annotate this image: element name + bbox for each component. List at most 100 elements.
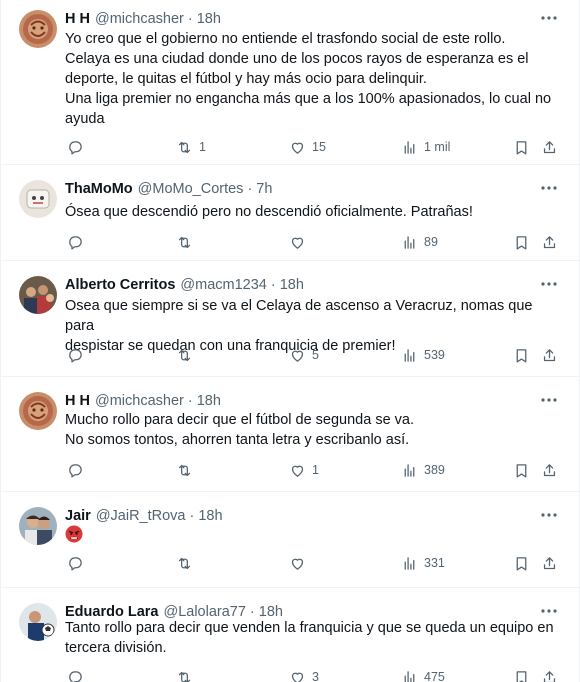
user-handle[interactable]: @JaiR_tRova bbox=[96, 508, 186, 524]
tweet-text: Ósea que descendió pero no descendió ofi… bbox=[65, 202, 563, 222]
share-icon bbox=[543, 670, 556, 682]
views-chart-icon bbox=[404, 235, 415, 249]
retweet-icon bbox=[178, 671, 191, 682]
share-icon bbox=[543, 348, 556, 361]
display-name[interactable]: Jair bbox=[65, 508, 91, 524]
avatar[interactable] bbox=[19, 603, 57, 641]
retweet-button[interactable] bbox=[176, 459, 199, 481]
bookmark-button[interactable] bbox=[513, 344, 530, 366]
heart-icon bbox=[291, 142, 304, 154]
share-button[interactable] bbox=[541, 666, 558, 682]
tweet-line: Ósea que descendió pero no descendió ofi… bbox=[65, 204, 473, 220]
display-name[interactable]: Alberto Cerritos bbox=[65, 277, 175, 293]
tweet-actions: 1 389 bbox=[65, 459, 563, 481]
reply-icon bbox=[69, 463, 82, 478]
retweet-button[interactable] bbox=[176, 231, 199, 253]
more-options-icon[interactable] bbox=[539, 178, 559, 198]
reply-button[interactable] bbox=[67, 459, 84, 481]
bookmark-button[interactable] bbox=[513, 666, 530, 682]
timestamp[interactable]: 18h bbox=[197, 393, 221, 409]
retweet-button[interactable] bbox=[176, 552, 199, 574]
bookmark-button[interactable] bbox=[513, 459, 530, 481]
avatar[interactable] bbox=[19, 10, 57, 48]
user-handle[interactable]: @macm1234 bbox=[180, 277, 266, 293]
reply-button[interactable] bbox=[67, 666, 84, 682]
bookmark-button[interactable] bbox=[513, 552, 530, 574]
display-name[interactable]: H H bbox=[65, 11, 90, 27]
tweet-actions: 1 15 1 mil bbox=[65, 136, 563, 158]
like-button[interactable]: 1 bbox=[289, 459, 319, 481]
view-count: 331 bbox=[424, 556, 445, 570]
tweet[interactable]: H H @michcasher · 18h Mucho rollo para d… bbox=[1, 382, 580, 492]
tweet[interactable]: Eduardo Lara @Lalolara77 · 18h Tanto rol… bbox=[1, 593, 580, 682]
tweet-line: tercera división. bbox=[65, 640, 167, 656]
display-name[interactable]: H H bbox=[65, 393, 90, 409]
views-button[interactable]: 1 mil bbox=[401, 136, 450, 158]
timestamp[interactable]: 18h bbox=[197, 11, 221, 27]
share-button[interactable] bbox=[541, 136, 558, 158]
retweet-button[interactable] bbox=[176, 666, 199, 682]
share-button[interactable] bbox=[541, 459, 558, 481]
tweet-line: Yo creo que el gobierno no entiende el t… bbox=[65, 31, 506, 47]
bookmark-icon bbox=[516, 463, 527, 478]
like-button[interactable]: 15 bbox=[289, 136, 326, 158]
heart-icon bbox=[291, 350, 304, 362]
view-count: 475 bbox=[424, 670, 445, 682]
like-button[interactable] bbox=[289, 552, 312, 574]
share-icon bbox=[543, 463, 556, 476]
avatar[interactable] bbox=[19, 507, 57, 545]
timestamp[interactable]: 18h bbox=[280, 277, 304, 293]
tweet-line: No somos tontos, ahorren tanta letra y e… bbox=[65, 432, 410, 448]
timestamp[interactable]: 7h bbox=[256, 181, 272, 197]
view-count: 89 bbox=[424, 235, 438, 249]
timestamp[interactable]: 18h bbox=[198, 508, 222, 524]
tweet[interactable]: Jair @JaiR_tRova · 18h 331 bbox=[1, 497, 580, 588]
tweet[interactable]: H H @michcasher · 18h Yo creo que el gob… bbox=[1, 0, 580, 165]
more-options-icon[interactable] bbox=[539, 8, 559, 28]
reply-icon bbox=[69, 670, 82, 682]
tweet-line: Osea que siempre si se va el Celaya de a… bbox=[65, 298, 533, 334]
views-button[interactable]: 89 bbox=[401, 231, 438, 253]
retweet-button[interactable] bbox=[176, 344, 199, 366]
tweet-line: ayuda bbox=[65, 111, 105, 127]
user-handle[interactable]: @MoMo_Cortes bbox=[138, 181, 244, 197]
user-handle[interactable]: @michcasher bbox=[95, 393, 184, 409]
display-name[interactable]: ThaMoMo bbox=[65, 181, 133, 197]
avatar[interactable] bbox=[19, 180, 57, 218]
more-options-icon[interactable] bbox=[539, 505, 559, 525]
more-options-icon[interactable] bbox=[539, 390, 559, 410]
view-count: 389 bbox=[424, 463, 445, 477]
reply-button[interactable] bbox=[67, 344, 84, 366]
like-button[interactable]: 5 bbox=[289, 344, 319, 366]
bookmark-button[interactable] bbox=[513, 136, 530, 158]
views-chart-icon bbox=[404, 140, 415, 154]
tweet[interactable]: ThaMoMo @MoMo_Cortes · 7h Ósea que desce… bbox=[1, 170, 580, 261]
views-button[interactable]: 331 bbox=[401, 552, 445, 574]
retweet-button[interactable]: 1 bbox=[176, 136, 206, 158]
avatar[interactable] bbox=[19, 392, 57, 430]
heart-icon bbox=[291, 465, 304, 477]
view-count: 1 mil bbox=[424, 140, 451, 154]
share-button[interactable] bbox=[541, 344, 558, 366]
views-button[interactable]: 539 bbox=[401, 344, 445, 366]
tweet[interactable]: Alberto Cerritos @macm1234 · 18h Osea qu… bbox=[1, 266, 580, 377]
like-button[interactable] bbox=[289, 231, 312, 253]
like-count: 3 bbox=[312, 670, 319, 682]
more-options-icon[interactable] bbox=[539, 274, 559, 294]
like-button[interactable]: 3 bbox=[289, 666, 319, 682]
reply-button[interactable] bbox=[67, 136, 84, 158]
views-button[interactable]: 389 bbox=[401, 459, 445, 481]
tweet-actions: 5 539 bbox=[65, 344, 563, 366]
user-handle[interactable]: @michcasher bbox=[95, 11, 184, 27]
avatar[interactable] bbox=[19, 276, 57, 314]
heart-icon bbox=[291, 672, 304, 682]
tweet-actions: 331 bbox=[65, 552, 563, 574]
share-icon bbox=[543, 235, 556, 248]
reply-button[interactable] bbox=[67, 552, 84, 574]
share-button[interactable] bbox=[541, 231, 558, 253]
bookmark-icon bbox=[516, 348, 527, 363]
share-button[interactable] bbox=[541, 552, 558, 574]
reply-button[interactable] bbox=[67, 231, 84, 253]
bookmark-button[interactable] bbox=[513, 231, 530, 253]
views-button[interactable]: 475 bbox=[401, 666, 445, 682]
